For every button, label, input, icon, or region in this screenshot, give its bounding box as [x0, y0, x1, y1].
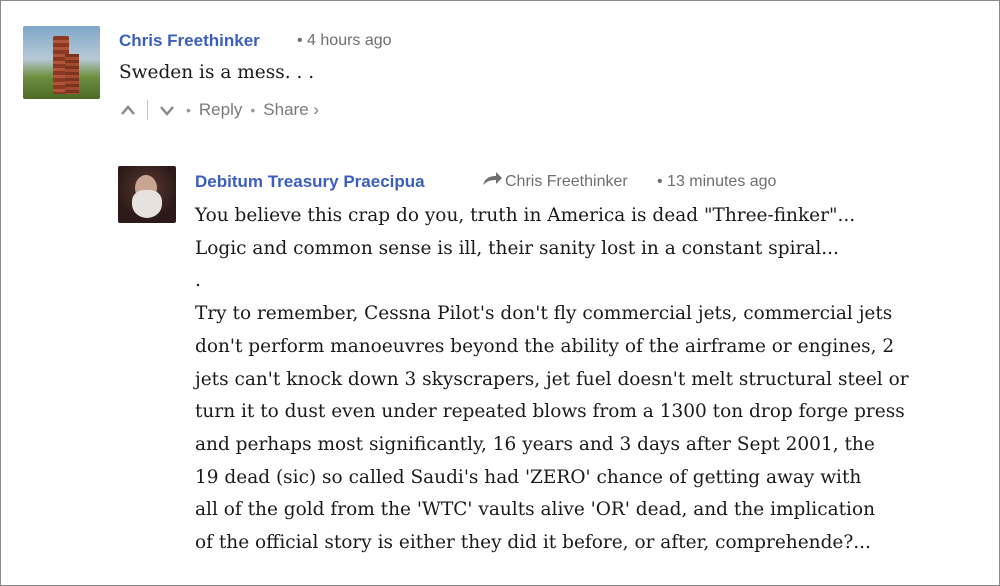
- share-button[interactable]: Share ›: [263, 100, 319, 120]
- comment-timestamp[interactable]: • 4 hours ago: [297, 32, 392, 50]
- avatar-image-detail: [132, 190, 162, 218]
- chevron-down-icon[interactable]: [156, 100, 178, 120]
- comment-text: You believe this crap do you, truth in A…: [195, 205, 909, 554]
- avatar-image-detail: [65, 54, 79, 94]
- comment-author[interactable]: Chris Freethinker: [119, 31, 260, 51]
- comment-text: Sweden is a mess. . .: [119, 62, 315, 83]
- comment-actions: • Reply • Share ›: [117, 98, 319, 122]
- avatar[interactable]: [118, 166, 176, 223]
- avatar[interactable]: [23, 26, 100, 99]
- reply-to-author[interactable]: Chris Freethinker: [505, 173, 628, 191]
- action-separator: •: [250, 102, 256, 118]
- reply-button[interactable]: Reply: [199, 100, 242, 120]
- vote-divider: [147, 100, 148, 120]
- comment-timestamp[interactable]: • 13 minutes ago: [657, 173, 776, 191]
- reply-arrow-icon: [479, 171, 505, 189]
- comment-thread: Chris Freethinker • 4 hours ago Sweden i…: [0, 0, 1000, 586]
- action-separator: •: [186, 102, 191, 118]
- chevron-up-icon[interactable]: [117, 100, 139, 120]
- comment-author[interactable]: Debitum Treasury Praecipua: [195, 172, 425, 192]
